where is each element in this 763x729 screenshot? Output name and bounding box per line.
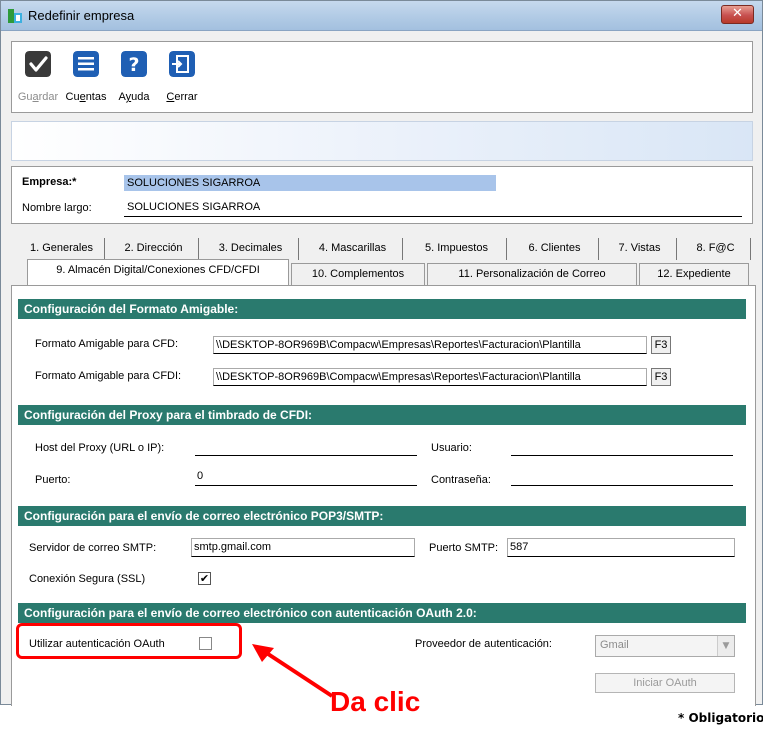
contrasena-label: Contraseña: — [431, 474, 491, 486]
cerrar-label: Cerrar — [166, 91, 198, 103]
proveedor-select[interactable]: Gmail ▼ — [595, 635, 735, 657]
guardar-button[interactable]: Guardar — [14, 47, 62, 109]
cfd-label: Formato Amigable para CFD: — [35, 338, 179, 350]
puerto-label: Puerto: — [35, 474, 71, 486]
puerto-smtp-field[interactable]: 587 — [507, 538, 735, 557]
help-icon: ? — [121, 51, 147, 77]
cerrar-button[interactable]: Cerrar — [158, 47, 206, 109]
close-icon: ✕ — [732, 6, 743, 21]
empresa-field[interactable]: SOLUCIONES SIGARROA — [124, 175, 496, 191]
ssl-checkbox[interactable]: ✔ — [198, 572, 211, 585]
chevron-down-icon[interactable]: ▼ — [717, 636, 734, 656]
usuario-field[interactable] — [511, 438, 733, 456]
app-logo-icon — [8, 9, 22, 23]
tab-almacen-digital[interactable]: 9. Almacén Digital/Conexiones CFD/CFDI — [27, 259, 289, 285]
tab-direccion[interactable]: 2. Dirección — [109, 238, 199, 260]
list-icon — [73, 51, 99, 77]
formato-amigable-header: Configuración del Formato Amigable: — [18, 299, 746, 319]
oauth-header: Configuración para el envío de correo el… — [18, 603, 746, 623]
tab-decimales[interactable]: 3. Decimales — [203, 238, 299, 260]
exit-door-icon — [169, 51, 195, 77]
close-button[interactable]: ✕ — [721, 5, 754, 24]
tab-vistas[interactable]: 7. Vistas — [603, 238, 677, 260]
annotation-highlight-box — [16, 623, 242, 659]
cfdi-path-field[interactable]: \\DESKTOP-8OR969B\Compacw\Empresas\Repor… — [213, 368, 647, 386]
iniciar-oauth-button[interactable]: Iniciar OAuth — [595, 673, 735, 693]
cfdi-label: Formato Amigable para CFDI: — [35, 370, 182, 382]
servidor-smtp-field[interactable]: smtp.gmail.com — [191, 538, 415, 557]
proveedor-value: Gmail — [600, 639, 629, 651]
tab-generales[interactable]: 1. Generales — [19, 238, 105, 260]
tab-clientes[interactable]: 6. Clientes — [511, 238, 599, 260]
smtp-header: Configuración para el envío de correo el… — [18, 506, 746, 526]
host-proxy-label: Host del Proxy (URL o IP): — [35, 442, 165, 454]
window-title: Redefinir empresa — [28, 8, 135, 23]
proxy-header: Configuración del Proxy para el timbrado… — [18, 405, 746, 425]
proveedor-label: Proveedor de autenticación: — [415, 638, 552, 650]
contrasena-field[interactable] — [511, 468, 733, 486]
nombre-largo-label: Nombre largo: — [22, 202, 92, 214]
cuentas-button[interactable]: Cuentas — [62, 47, 110, 109]
obligatorio-note: * Obligatorio — [678, 711, 763, 725]
usuario-label: Usuario: — [431, 442, 472, 454]
checkmark-icon — [25, 51, 51, 77]
cfd-f3-button[interactable]: F3 — [651, 336, 671, 354]
tab-fac[interactable]: 8. F@C — [681, 238, 751, 260]
annotation-arrow-icon — [252, 644, 334, 698]
nombre-largo-field[interactable]: SOLUCIONES SIGARROA — [124, 199, 742, 217]
annotation-text: Da clic — [330, 686, 421, 717]
empresa-label: Empresa:* — [22, 176, 77, 188]
tab-mascarillas[interactable]: 4. Mascarillas — [303, 238, 403, 260]
servidor-smtp-label: Servidor de correo SMTP: — [29, 542, 157, 554]
company-panel: Empresa:* SOLUCIONES SIGARROA Nombre lar… — [11, 166, 753, 224]
tab-impuestos[interactable]: 5. Impuestos — [407, 238, 507, 260]
tab-complementos[interactable]: 10. Complementos — [291, 263, 425, 285]
cfd-path-field[interactable]: \\DESKTOP-8OR969B\Compacw\Empresas\Repor… — [213, 336, 647, 354]
header-banner — [11, 121, 753, 161]
toolbar: Guardar Cuentas ? Ayuda Cerrar — [11, 41, 753, 113]
title-bar[interactable]: Redefinir empresa ✕ — [1, 1, 762, 31]
ssl-label: Conexión Segura (SSL) — [29, 573, 146, 585]
host-proxy-field[interactable] — [195, 438, 417, 456]
puerto-field[interactable]: 0 — [195, 468, 417, 486]
check-icon: ✔ — [199, 572, 210, 585]
app-window: Redefinir empresa ✕ Guardar Cuentas ? Ay… — [0, 0, 763, 706]
cfdi-f3-button[interactable]: F3 — [651, 368, 671, 386]
tab-expediente[interactable]: 12. Expediente — [639, 263, 749, 285]
tab-personalizacion-correo[interactable]: 11. Personalización de Correo — [427, 263, 637, 285]
ayuda-button[interactable]: ? Ayuda — [110, 47, 158, 109]
svg-text:?: ? — [128, 54, 139, 76]
cuentas-label: Cuentas — [65, 91, 107, 103]
guardar-label: Guardar — [17, 91, 59, 103]
ayuda-label: Ayuda — [118, 91, 150, 103]
puerto-smtp-label: Puerto SMTP: — [429, 542, 499, 554]
